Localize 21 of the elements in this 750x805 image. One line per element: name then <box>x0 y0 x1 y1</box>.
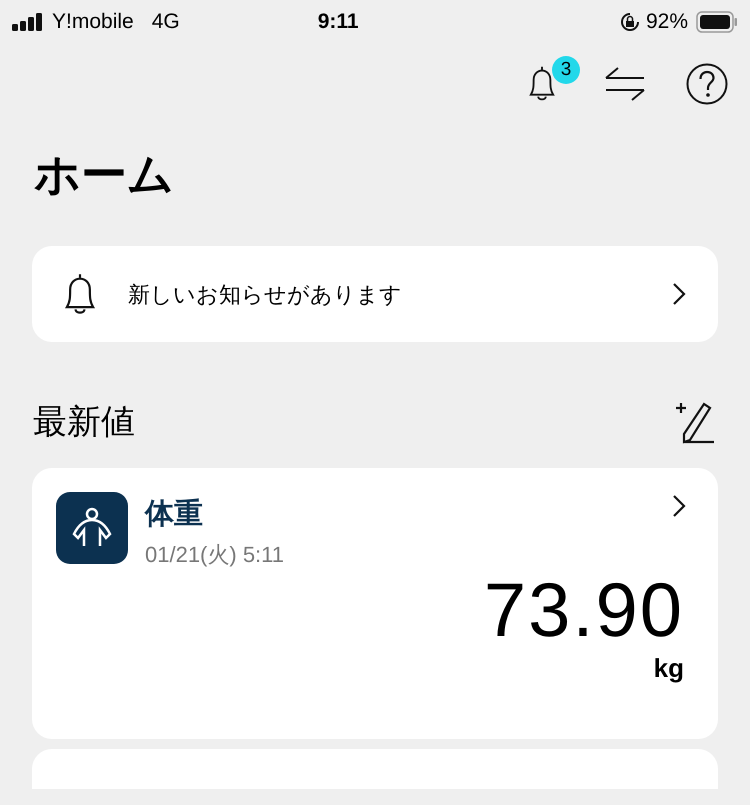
section-title: 最新値 <box>33 402 135 442</box>
rotation-lock-icon <box>620 12 640 32</box>
chevron-right-icon <box>672 494 686 518</box>
chevron-right-icon <box>672 282 686 306</box>
page-title: ホーム <box>34 147 175 202</box>
battery-icon <box>696 11 738 33</box>
network-type: 4G <box>152 9 180 36</box>
measurement-card[interactable]: 体重 01/21(火) 5:11 73.90 kg <box>32 468 718 739</box>
help-icon[interactable] <box>686 63 728 105</box>
notification-badge: 3 <box>552 56 580 84</box>
measurement-value: 73.90 <box>484 569 684 653</box>
battery-percent: 92% <box>646 9 688 36</box>
clock-time: 9:11 <box>318 9 359 36</box>
person-icon <box>56 492 128 564</box>
carrier-name: Y!mobile <box>52 9 134 36</box>
notification-message: 新しいお知らせがあります <box>128 280 403 308</box>
swap-arrows-icon[interactable] <box>604 66 646 102</box>
measurement-unit: kg <box>654 653 684 683</box>
notification-card[interactable]: 新しいお知らせがあります <box>32 246 718 342</box>
measurement-datetime: 01/21(火) 5:11 <box>145 541 286 569</box>
measurement-title: 体重 <box>145 497 204 532</box>
